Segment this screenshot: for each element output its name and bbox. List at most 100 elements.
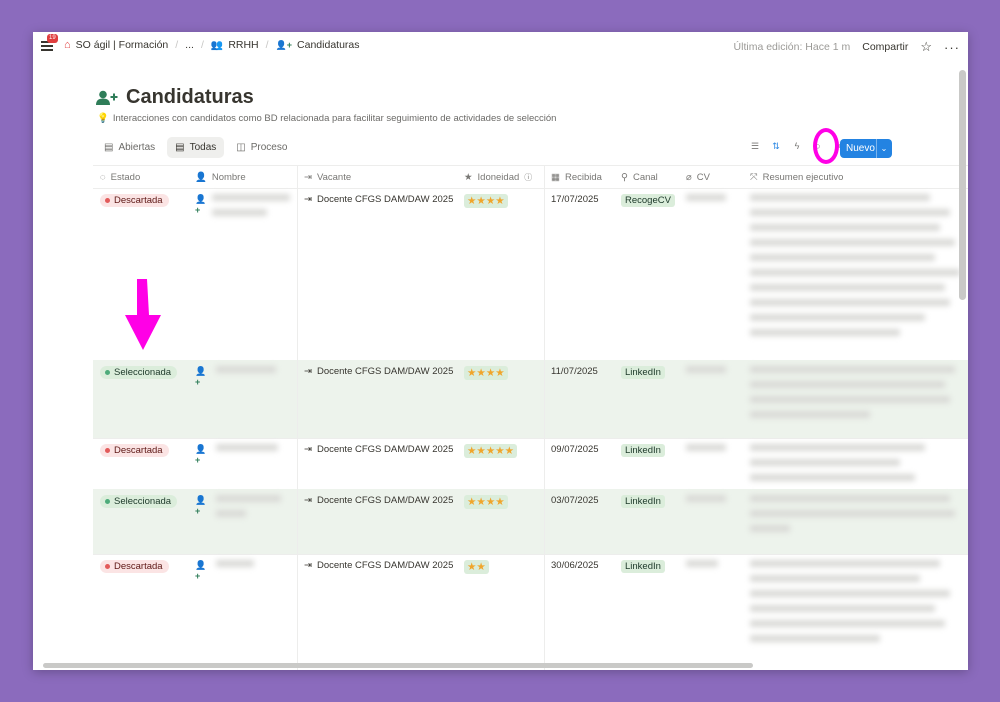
column-label: Vacante	[316, 171, 352, 183]
team-icon: 👥	[210, 39, 224, 51]
status-label: Descartada	[114, 445, 163, 456]
column-label: CV	[696, 171, 710, 183]
rating-stars: ★★★★	[464, 495, 508, 509]
column-vacante[interactable]: ⇥ Vacante	[297, 166, 457, 188]
column-nombre[interactable]: 👤 Nombre	[188, 166, 297, 188]
column-label: Estado	[110, 171, 141, 183]
name-redacted	[216, 495, 290, 548]
cv-redacted[interactable]	[679, 554, 743, 664]
relation-icon: ⇥	[304, 560, 312, 571]
info-icon: ⓘ	[524, 172, 533, 182]
vacancy-label: Docente CFGS DAM/DAW 2025	[316, 194, 454, 205]
tab-label: Todas	[189, 142, 217, 153]
star-icon: ★	[464, 171, 473, 183]
vacancy-link[interactable]: ⇥ Docente CFGS DAM/DAW 2025	[304, 366, 454, 377]
table-header: ◌ Estado 👤 Nombre ⇥ Vacante ★ Idoneidad ⓘ ▦ Re…	[93, 165, 968, 189]
received-date: 11/07/2025	[551, 366, 598, 377]
page-header: Candidaturas	[96, 86, 254, 109]
new-button[interactable]: Nuevo ⌄	[840, 139, 892, 158]
breadcrumb-ellipsis[interactable]: ...	[185, 39, 194, 51]
name-redacted	[216, 366, 290, 432]
tab-proceso[interactable]: ◫ Proceso	[228, 137, 295, 158]
breadcrumb-workspace[interactable]: SO ágil | Formación	[76, 39, 169, 51]
view-tabs: ▤ Abiertas ▤ Todas ◫ Proceso	[96, 137, 295, 158]
received-date: 30/06/2025	[551, 560, 599, 571]
home-icon: ⌂	[64, 39, 71, 51]
rating-stars: ★★	[464, 560, 489, 574]
vertical-scrollbar[interactable]	[959, 70, 966, 300]
automation-icon[interactable]: ϟ	[791, 140, 803, 152]
table-icon: ▤	[104, 142, 114, 153]
last-edited: Última edición: Hace 1 m	[733, 41, 851, 53]
column-resumen[interactable]: ⤧ Resumen ejecutivo	[743, 166, 968, 188]
add-person-icon: 👤+	[195, 366, 207, 387]
paperclip-icon: ⌀	[686, 171, 692, 183]
status-badge[interactable]: Descartada	[100, 194, 169, 207]
table-row[interactable]: Seleccionada 👤+ ⇥ Docente CFGS DAM/DAW 20…	[93, 360, 968, 439]
description-text: Interacciones con candidatos como BD rel…	[112, 113, 557, 124]
vacancy-link[interactable]: ⇥ Docente CFGS DAM/DAW 2025	[304, 444, 454, 455]
name-redacted	[216, 560, 290, 658]
add-person-icon: 👤+	[195, 560, 207, 581]
breadcrumb-page[interactable]: Candidaturas	[297, 39, 359, 51]
vacancy-link[interactable]: ⇥ Docente CFGS DAM/DAW 2025	[304, 560, 454, 571]
column-divider	[297, 165, 298, 670]
column-canal[interactable]: ⚲ Canal	[614, 166, 679, 188]
table-row[interactable]: Descartada 👤+ ⇥ Docente CFGS DAM/DAW 2025…	[93, 188, 968, 361]
horizontal-scrollbar[interactable]	[43, 663, 753, 668]
rating-stars: ★★★★★	[464, 444, 518, 458]
name-redacted	[212, 194, 291, 354]
calendar-icon: ▦	[551, 171, 560, 183]
cv-redacted[interactable]	[679, 360, 743, 438]
column-label: Nombre	[211, 171, 246, 183]
column-recibida[interactable]: ▦ Recibida	[544, 166, 614, 188]
tab-label: Proceso	[250, 142, 288, 153]
table-row[interactable]: Seleccionada 👤+ ⇥ Docente CFGS DAM/DAW 20…	[93, 489, 968, 555]
relation-icon: ⇥	[304, 194, 312, 205]
vacancy-link[interactable]: ⇥ Docente CFGS DAM/DAW 2025	[304, 495, 453, 506]
vacancy-link[interactable]: ⇥ Docente CFGS DAM/DAW 2025	[304, 194, 454, 205]
table-icon: ▤	[175, 142, 185, 153]
status-badge[interactable]: Seleccionada	[100, 366, 178, 379]
sort-icon[interactable]: ⇅	[770, 140, 782, 152]
star-icon[interactable]: ☆	[920, 39, 932, 55]
add-person-icon: 👤	[195, 171, 207, 183]
status-badge[interactable]: Seleccionada	[100, 495, 178, 508]
column-idoneidad[interactable]: ★ Idoneidad ⓘ	[457, 166, 544, 188]
channel-tag: LinkedIn	[621, 444, 665, 457]
status-label: Seleccionada	[114, 496, 172, 507]
add-person-icon	[96, 90, 118, 105]
table-row[interactable]: Descartada 👤+ ⇥ Docente CFGS DAM/DAW 2025…	[93, 438, 968, 490]
tab-todas[interactable]: ▤ Todas	[167, 137, 225, 158]
share-button[interactable]: Compartir	[862, 41, 908, 53]
chevron-down-icon[interactable]: ⌄	[876, 139, 891, 158]
cv-redacted[interactable]	[679, 489, 743, 554]
status-label: Descartada	[114, 195, 163, 206]
vacancy-label: Docente CFGS DAM/DAW 2025	[316, 444, 454, 455]
cv-redacted[interactable]	[679, 188, 743, 360]
app-window: 19 ⌂ SO ágil | Formación / ... / 👥 RRHH …	[33, 32, 968, 670]
board-icon: ◫	[236, 142, 246, 153]
breadcrumb-section[interactable]: RRHH	[228, 39, 258, 51]
column-estado[interactable]: ◌ Estado	[93, 166, 188, 188]
vacancy-label: Docente CFGS DAM/DAW 2025	[316, 560, 454, 571]
column-cv[interactable]: ⌀ CV	[679, 166, 743, 188]
new-button-label: Nuevo	[846, 143, 875, 154]
name-redacted	[216, 444, 290, 483]
tab-abiertas[interactable]: ▤ Abiertas	[96, 137, 163, 158]
received-date: 03/07/2025	[551, 495, 599, 506]
vacancy-label: Docente CFGS DAM/DAW 2025	[316, 366, 454, 377]
table-row[interactable]: Descartada 👤+ ⇥ Docente CFGS DAM/DAW 2025…	[93, 554, 968, 664]
more-icon[interactable]: ···	[944, 40, 960, 55]
cv-redacted[interactable]	[679, 438, 743, 489]
menu-icon[interactable]: 19	[41, 34, 58, 51]
channel-tag: LinkedIn	[621, 495, 665, 508]
relation-icon: ⇥	[304, 495, 312, 506]
top-bar: 19 ⌂ SO ágil | Formación / ... / 👥 RRHH …	[33, 32, 968, 60]
filter-icon[interactable]: ☰	[749, 140, 761, 152]
lightbulb-icon: 💡	[97, 113, 109, 124]
received-date: 09/07/2025	[551, 444, 599, 455]
status-badge[interactable]: Descartada	[100, 560, 169, 573]
status-badge[interactable]: Descartada	[100, 444, 169, 457]
channel-tag: RecogeCV	[621, 194, 675, 207]
